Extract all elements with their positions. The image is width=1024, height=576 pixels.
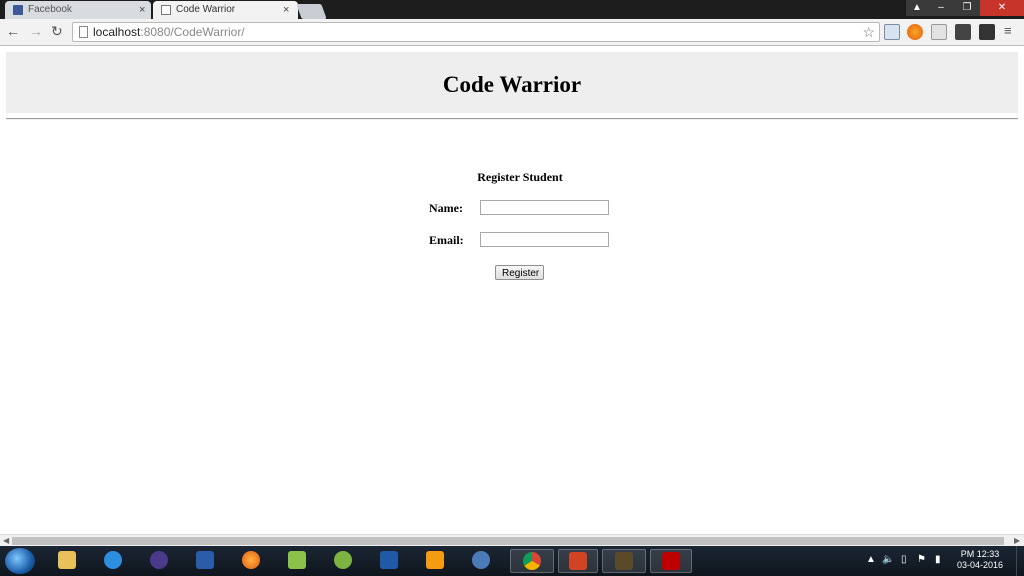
new-tab-button[interactable] (296, 4, 327, 19)
menu-icon[interactable]: ≡ (1004, 23, 1012, 38)
horizontal-scrollbar[interactable]: ◀ ▶ (0, 534, 1024, 546)
maximize-button[interactable]: ❐ (954, 0, 980, 16)
file-explorer-icon[interactable] (50, 549, 84, 573)
dev-cpp-icon[interactable] (372, 549, 406, 573)
app-icon[interactable] (188, 549, 222, 573)
system-clock[interactable]: PM 12:33 03-04-2016 (951, 549, 1009, 571)
page-icon (161, 5, 171, 15)
tab-label: Code Warrior (176, 4, 236, 15)
facebook-icon (13, 5, 23, 15)
forward-arrow-icon[interactable]: → (29, 23, 43, 39)
address-bar[interactable]: localhost:8080/CodeWarrior/ ☆ (72, 22, 880, 42)
scroll-right-icon[interactable]: ▶ (1014, 535, 1020, 546)
extension-icon[interactable] (979, 24, 995, 40)
register-button[interactable]: Register (495, 265, 544, 280)
internet-explorer-icon[interactable] (96, 549, 130, 573)
extension-icon[interactable] (884, 24, 900, 40)
minimize-button[interactable]: – (928, 0, 954, 16)
volume-icon[interactable]: 🔈 (882, 554, 894, 565)
browser-toolbar: ← → ↻ localhost:8080/CodeWarrior/ ☆ ≡ (0, 19, 1024, 46)
extension-icon[interactable] (955, 24, 971, 40)
netbeans-icon[interactable] (602, 549, 646, 573)
name-field[interactable] (480, 200, 609, 215)
show-desktop-button[interactable] (1016, 546, 1024, 576)
tab-facebook[interactable]: Facebook × (5, 1, 151, 19)
bookmark-star-icon[interactable]: ☆ (862, 24, 875, 41)
close-button[interactable]: ✕ (980, 0, 1024, 16)
network-icon[interactable]: ▮ (935, 554, 941, 565)
clock-time: PM 12:33 (960, 549, 1000, 559)
extension-icon[interactable] (907, 24, 923, 40)
divider (6, 118, 1018, 120)
start-button[interactable] (5, 548, 35, 574)
firefox-icon[interactable] (234, 549, 268, 573)
media-player-icon[interactable] (418, 549, 452, 573)
notepad-plus-icon[interactable] (280, 549, 314, 573)
tab-label: Facebook (28, 4, 72, 15)
email-field[interactable] (480, 232, 609, 247)
mysql-icon[interactable] (464, 549, 498, 573)
email-label: Email: (429, 233, 464, 247)
url-text[interactable]: localhost:8080/CodeWarrior/ (93, 23, 245, 41)
scroll-left-icon[interactable]: ◀ (3, 535, 9, 546)
powerpoint-icon[interactable] (558, 549, 598, 573)
form-heading: Register Student (477, 170, 563, 184)
back-arrow-icon[interactable]: ← (6, 23, 20, 39)
action-center-icon[interactable]: ⚑ (917, 554, 926, 565)
tab-code-warrior[interactable]: Code Warrior × (153, 1, 298, 19)
page-icon (79, 26, 88, 38)
name-label: Name: (429, 201, 463, 215)
page-content: Code Warrior Register Student Name: Emai… (0, 47, 1024, 534)
page-title: Code Warrior (442, 72, 582, 97)
chrome-icon[interactable] (510, 549, 554, 573)
filezilla-icon[interactable] (650, 549, 692, 573)
show-hidden-icons-icon[interactable]: ▲ (866, 554, 876, 565)
browser-titlebar: Facebook × Code Warrior × ▲ – ❐ ✕ (0, 0, 1024, 19)
reload-icon[interactable]: ↻ (51, 23, 63, 40)
tab-close-icon[interactable]: × (283, 1, 289, 19)
page-header: Code Warrior (6, 52, 1018, 113)
android-studio-icon[interactable] (326, 549, 360, 573)
window-controls: ▲ – ❐ ✕ (906, 0, 1024, 16)
scrollbar-thumb[interactable] (12, 537, 1004, 545)
extension-icon[interactable] (931, 24, 947, 40)
user-icon[interactable]: ▲ (906, 0, 928, 16)
clock-date: 03-04-2016 (956, 560, 1004, 570)
taskbar: ▲ 🔈 ▯ ⚑ ▮ PM 12:33 03-04-2016 (0, 546, 1024, 576)
eclipse-icon[interactable] (142, 549, 176, 573)
phone-icon[interactable]: ▯ (901, 554, 907, 565)
tab-close-icon[interactable]: × (139, 1, 145, 19)
